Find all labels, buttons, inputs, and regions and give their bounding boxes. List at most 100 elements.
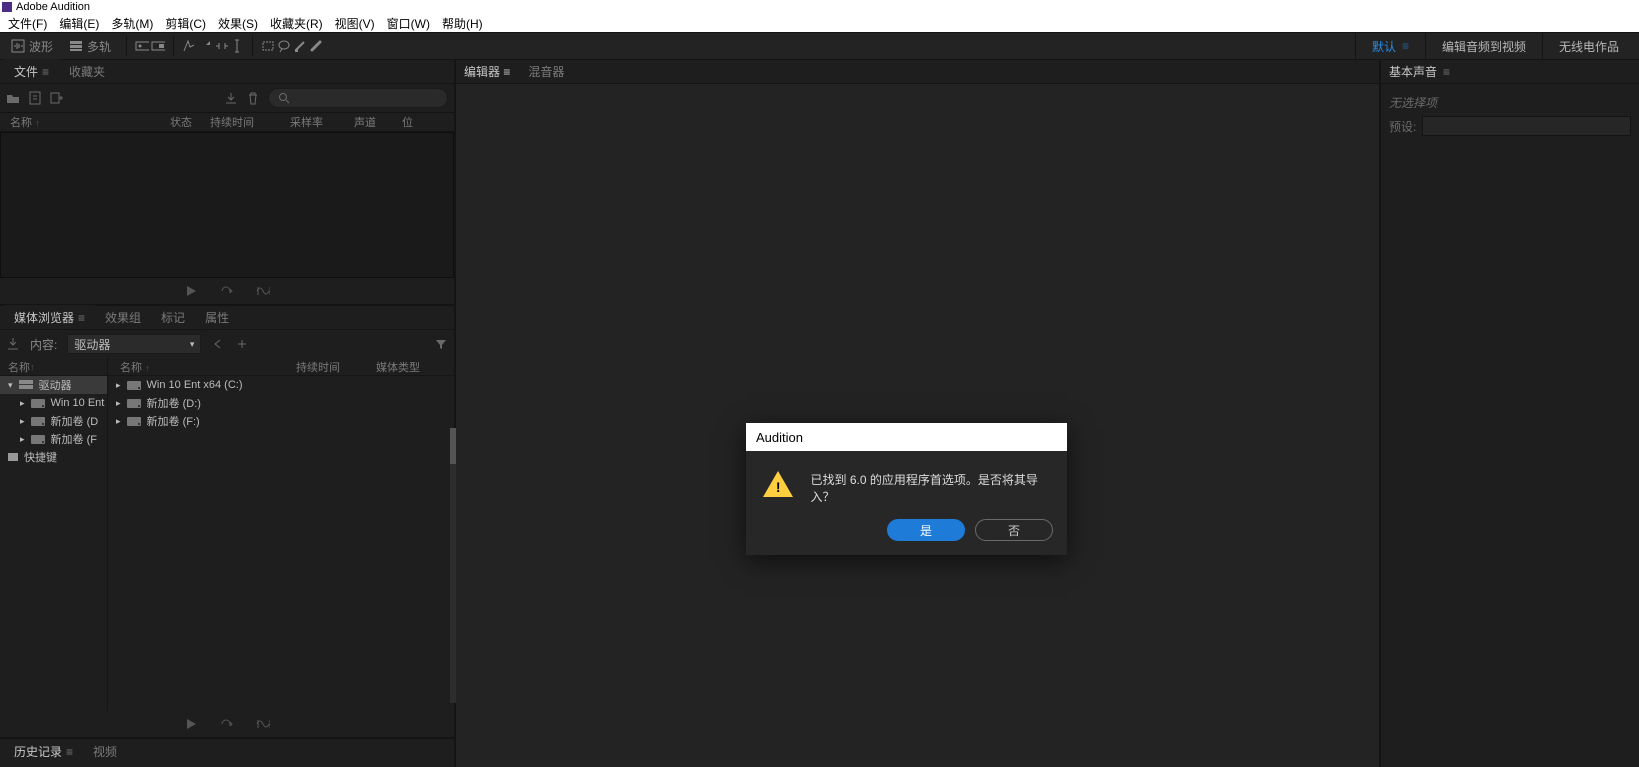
tab-media-browser[interactable]: 媒体浏览器≡ [4, 305, 95, 329]
media-list-header[interactable]: 名称 ↑ 持续时间 媒体类型 [108, 358, 454, 376]
tree-header-name[interactable]: 名称 ↑ [0, 358, 107, 376]
multitrack-mode-button[interactable]: 多轨 [62, 35, 118, 58]
slip-tool-icon[interactable] [214, 39, 228, 53]
open-file-icon[interactable] [6, 91, 20, 105]
app-icon [2, 2, 12, 12]
tab-files[interactable]: 文件≡ [4, 59, 59, 83]
menu-window[interactable]: 窗口(W) [381, 15, 436, 32]
delete-icon[interactable] [246, 91, 260, 105]
filter-icon[interactable] [434, 337, 448, 351]
menu-glyph-icon: ≡ [1443, 65, 1450, 79]
autoplay-icon[interactable] [256, 284, 270, 298]
toolbar-separator [252, 36, 253, 56]
panel-title-essential-sound[interactable]: 基本声音 ≡ [1381, 60, 1639, 84]
menu-help[interactable]: 帮助(H) [436, 15, 489, 32]
list-item[interactable]: ▸新加卷 (F:) [108, 412, 454, 430]
workspace-tab-audio-to-video[interactable]: 编辑音频到视频 [1425, 33, 1542, 59]
import-preferences-dialog: Audition ! 已找到 6.0 的应用程序首选项。是否将其导入？ 是 否 [746, 423, 1067, 555]
new-file-icon[interactable] [28, 91, 42, 105]
menu-multitrack[interactable]: 多轨(M) [105, 15, 159, 32]
chevron-right-icon: ▸ [116, 380, 121, 391]
menu-glyph-icon: ≡ [78, 311, 85, 325]
heal-tool-icon[interactable] [309, 39, 323, 53]
search-icon [277, 91, 291, 105]
drive-icon [31, 417, 45, 426]
tab-history[interactable]: 历史记录≡ [4, 739, 83, 763]
import-icon[interactable] [6, 337, 20, 351]
tab-properties[interactable]: 属性 [195, 305, 239, 329]
play-icon[interactable] [184, 717, 198, 731]
tab-video[interactable]: 视频 [83, 739, 127, 763]
toolbar: 波形 多轨 默认≡ 编辑音频到视频 无线电作品 [0, 32, 1639, 60]
loop-icon[interactable] [220, 284, 234, 298]
drives-icon [19, 380, 33, 390]
list-item[interactable]: ▸新加卷 (D:) [108, 394, 454, 412]
no-button[interactable]: 否 [975, 519, 1053, 541]
hud-toggle-a-icon[interactable] [135, 39, 149, 53]
time-select-tool-icon[interactable] [230, 39, 244, 53]
scrollbar-thumb[interactable] [450, 428, 456, 464]
files-header-row[interactable]: 名称 ↑ 状态 持续时间 采样率 声道 位 [0, 112, 454, 132]
tab-markers[interactable]: 标记 [151, 305, 195, 329]
content-dropdown[interactable]: 驱动器 ▾ [67, 334, 201, 354]
chevron-down-icon: ▾ [8, 380, 13, 391]
play-icon[interactable] [184, 284, 198, 298]
tree-item-d[interactable]: ▸新加卷 (D [0, 412, 107, 430]
list-item[interactable]: ▸Win 10 Ent x64 (C:) [108, 376, 454, 394]
preset-dropdown[interactable] [1422, 116, 1631, 136]
warning-icon: ! [762, 467, 795, 497]
media-browser-panel: 媒体浏览器≡ 效果组 标记 属性 内容: 驱动器 ▾ [0, 306, 454, 739]
chevron-right-icon: ▸ [20, 434, 25, 445]
autoplay-icon[interactable] [256, 717, 270, 731]
tree-item-f[interactable]: ▸新加卷 (F [0, 430, 107, 448]
insert-clip-icon[interactable] [224, 91, 238, 105]
tree-item-drives[interactable]: ▾ 驱动器 [0, 376, 107, 394]
files-panel: 文件≡ 收藏夹 名称 ↑ 状态 [0, 60, 454, 306]
menu-glyph-icon: ≡ [1402, 39, 1409, 53]
waveform-icon [11, 39, 25, 53]
add-shortcut-icon[interactable] [235, 337, 249, 351]
search-input[interactable] [268, 88, 448, 108]
files-list[interactable] [0, 132, 454, 278]
yes-button[interactable]: 是 [887, 519, 965, 541]
back-icon[interactable] [211, 337, 225, 351]
tree-item-c[interactable]: ▸Win 10 Ent [0, 394, 107, 412]
drive-icon [31, 435, 45, 444]
hud-toggle-b-icon[interactable] [151, 39, 165, 53]
menu-view[interactable]: 视图(V) [329, 15, 381, 32]
vertical-scrollbar[interactable] [450, 428, 456, 703]
menu-file[interactable]: 文件(F) [2, 15, 53, 32]
move-tool-icon[interactable] [182, 39, 196, 53]
tab-effects-rack[interactable]: 效果组 [95, 305, 151, 329]
tab-mixer[interactable]: 混音器 [528, 63, 564, 80]
tab-editor[interactable]: 编辑器 ≡ [464, 63, 510, 80]
waveform-label: 波形 [29, 38, 53, 55]
marquee-tool-icon[interactable] [261, 39, 275, 53]
loop-icon[interactable] [220, 717, 234, 731]
preset-label: 预设: [1389, 118, 1416, 135]
history-panel: 历史记录≡ 视频 [0, 739, 454, 767]
media-footer [0, 711, 454, 737]
lasso-tool-icon[interactable] [277, 39, 291, 53]
menu-effects[interactable]: 效果(S) [212, 15, 264, 32]
dialog-message: 已找到 6.0 的应用程序首选项。是否将其导入？ [811, 467, 1051, 505]
brush-tool-icon[interactable] [293, 39, 307, 53]
menu-clip[interactable]: 剪辑(C) [159, 15, 212, 32]
razor-tool-icon[interactable] [198, 39, 212, 53]
multitrack-label: 多轨 [87, 38, 111, 55]
chevron-down-icon: ▾ [190, 339, 195, 350]
toolbar-separator [173, 36, 174, 56]
new-multitrack-icon[interactable] [50, 91, 64, 105]
menu-favorites[interactable]: 收藏夹(R) [264, 15, 329, 32]
drive-icon [31, 399, 45, 408]
menu-edit[interactable]: 编辑(E) [53, 15, 105, 32]
tree-item-shortcuts[interactable]: 快捷键 [0, 448, 107, 466]
waveform-mode-button[interactable]: 波形 [4, 35, 60, 58]
menu-glyph-icon: ≡ [503, 65, 510, 79]
workspace-tab-radio[interactable]: 无线电作品 [1542, 33, 1635, 59]
dialog-title: Audition [746, 423, 1067, 451]
tab-favorites[interactable]: 收藏夹 [59, 59, 115, 83]
workspace-tab-default[interactable]: 默认≡ [1355, 33, 1425, 59]
drive-icon [127, 381, 141, 390]
essential-sound-panel: 基本声音 ≡ 无选择项 预设: [1381, 60, 1639, 767]
